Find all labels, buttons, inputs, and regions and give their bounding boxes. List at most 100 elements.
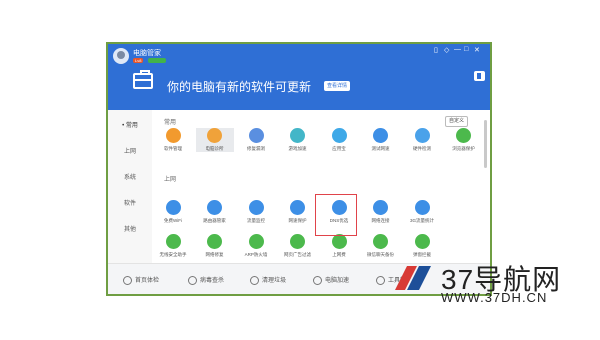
tool-tile[interactable]: 浏览器保护 — [445, 128, 483, 152]
header: 电脑管家 Lv8 ▯ ◇ — □ ✕ 你的电脑有新的软件可更新 查看详情 — [108, 44, 490, 110]
close-icon[interactable]: ✕ — [474, 46, 480, 54]
section-common-label: 常用 — [164, 120, 177, 126]
tool-label: 无线安全助手 — [159, 252, 187, 257]
popup-block-icon — [414, 234, 430, 249]
sidebar-item-system[interactable]: 系统 — [108, 172, 152, 181]
bottom-nav-virus-scan[interactable]: 病毒查杀 — [188, 275, 224, 285]
hardware-icon — [414, 128, 430, 143]
tool-label: 网络连接 — [371, 218, 390, 223]
tool-label: 网页广告过滤 — [284, 252, 311, 257]
home-check-icon — [123, 275, 132, 285]
tool-label: 浏览器保护 — [452, 146, 475, 151]
tool-label: 免费WiFi — [164, 218, 182, 223]
tool-label: 应用宝 — [332, 146, 346, 151]
tool-tile[interactable]: 硬件检测 — [403, 128, 441, 152]
tool-tile[interactable]: 无线安全助手 — [154, 234, 192, 258]
tool-tile[interactable]: 应用宝 — [320, 128, 358, 152]
web-fee-icon — [331, 234, 347, 249]
speed-protect-icon — [290, 200, 305, 215]
tool-tile[interactable]: 上网费 — [320, 234, 358, 258]
virus-scan-icon — [188, 275, 197, 285]
browser-shield-icon — [456, 128, 471, 143]
tool-tile[interactable]: 免费WiFi — [154, 200, 192, 224]
update-notice: 你的电脑有新的软件可更新 — [167, 80, 312, 94]
speedtest-icon — [373, 128, 388, 143]
wifi-icon — [165, 200, 181, 215]
tool-label: 修复漏洞 — [247, 146, 265, 151]
scrollbar[interactable] — [484, 120, 487, 168]
wrench-icon — [207, 234, 222, 249]
rocket-icon — [313, 275, 322, 285]
tool-tile[interactable]: 微信聊天备份 — [362, 234, 400, 258]
tool-label: 微信聊天备份 — [367, 252, 394, 257]
sidebar-item-software[interactable]: 软件 — [108, 198, 152, 207]
toolbox-icon — [133, 70, 153, 89]
tool-tile[interactable]: 游戏加速 — [279, 128, 317, 152]
traffic-icon — [248, 200, 264, 215]
sidebar-item-other[interactable]: 其他 — [108, 224, 152, 233]
tool-tile[interactable]: 网络修复 — [196, 234, 234, 258]
toolbox-icon — [376, 275, 385, 285]
3g-icon — [414, 200, 430, 215]
tool-tile[interactable]: 弹窗拦截 — [403, 234, 441, 258]
tool-tile[interactable]: 网络连接 — [362, 200, 400, 224]
clinic-icon — [207, 128, 222, 143]
ad-filter-icon — [290, 234, 305, 249]
tool-label: 上网费 — [332, 252, 346, 257]
tool-label: 流量监控 — [247, 218, 265, 223]
tool-label: 网络修复 — [205, 252, 224, 257]
tool-tile[interactable]: 路由器管家 — [196, 200, 234, 224]
view-details-button[interactable]: 查看详情 — [324, 81, 351, 91]
maximize-icon[interactable]: □ — [464, 46, 468, 53]
tool-label: 网速保护 — [288, 218, 307, 223]
tool-tile[interactable]: 网速保护 — [279, 200, 317, 224]
game-speed-icon — [290, 128, 305, 143]
app-window: 电脑管家 Lv8 ▯ ◇ — □ ✕ 你的电脑有新的软件可更新 查看详情 • 常… — [106, 42, 492, 296]
sidebar: • 常用 上网 系统 软件 其他 — [108, 110, 152, 263]
router-icon — [207, 200, 222, 215]
wechat-icon — [373, 234, 388, 249]
shield-repair-icon — [248, 128, 264, 143]
vip-badge — [148, 58, 166, 63]
skin-icon[interactable]: ▯ — [434, 46, 438, 54]
section-internet-label: 上网 — [164, 177, 177, 183]
tool-label: 软件管理 — [164, 146, 182, 151]
tool-tile[interactable]: 软件管理 — [154, 128, 192, 152]
tool-label: 游戏加速 — [288, 146, 307, 151]
minimize-icon[interactable]: — — [454, 46, 461, 53]
customize-button[interactable]: 自定义 — [445, 116, 469, 127]
tool-label: 电脑诊所 — [205, 146, 224, 151]
tool-tile[interactable]: 修复漏洞 — [237, 128, 275, 152]
avatar[interactable] — [113, 48, 129, 64]
wireless-shield-icon — [165, 234, 181, 249]
bottom-nav-clean[interactable]: 清理垃圾 — [250, 275, 286, 285]
bottom-nav-home-check[interactable]: 首页体检 — [123, 275, 159, 285]
tools-content: 常用 上网 软件管理 电脑诊所 修复漏洞 游戏加速 应用宝 测试网速 硬件检测 浏览器保护 免… — [152, 110, 490, 263]
watermark-url: WWW.37DH.CN — [441, 290, 548, 305]
watermark-logo — [395, 266, 431, 290]
side-panel-icon[interactable] — [474, 71, 485, 81]
clover-icon — [165, 128, 181, 143]
tool-tile[interactable]: 测试网速 — [362, 128, 400, 152]
menu-icon[interactable]: ◇ — [444, 46, 449, 54]
dns-highlight-box — [315, 194, 357, 236]
tool-label: 测试网速 — [371, 146, 390, 151]
level-badge: Lv8 — [133, 58, 144, 63]
network-icon — [373, 200, 388, 215]
trash-icon — [250, 275, 259, 285]
tool-tile[interactable]: 网页广告过滤 — [279, 234, 317, 258]
tool-tile[interactable]: 3G流量统计 — [403, 200, 441, 224]
tool-tile[interactable]: 电脑诊所 — [195, 128, 234, 152]
tool-label: 路由器管家 — [203, 218, 226, 223]
tool-label: 硬件检测 — [413, 146, 431, 151]
sidebar-item-common[interactable]: • 常用 — [108, 120, 152, 129]
app-name: 电脑管家 — [133, 50, 161, 57]
tool-tile[interactable]: ARP防火墙 — [237, 234, 275, 258]
tool-tile[interactable]: 流量监控 — [237, 200, 275, 224]
tool-label: 3G流量统计 — [409, 218, 434, 223]
arp-icon — [248, 234, 264, 249]
sidebar-item-internet[interactable]: 上网 — [108, 146, 152, 155]
tool-label: ARP防火墙 — [244, 252, 268, 257]
tool-label: 弹窗拦截 — [413, 252, 431, 257]
bottom-nav-speedup[interactable]: 电脑加速 — [313, 275, 349, 285]
